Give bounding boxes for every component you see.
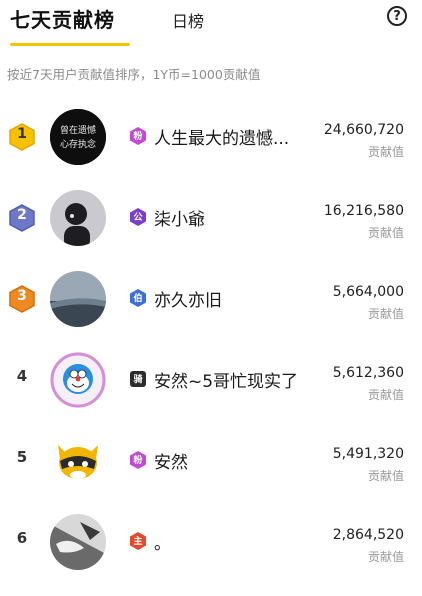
tab-active-indicator: [10, 43, 130, 46]
help-icon[interactable]: ?: [387, 6, 407, 26]
contribution-label: 贡献值: [367, 550, 404, 564]
level-badge-icon: 粉: [129, 451, 147, 469]
avatar[interactable]: [50, 514, 106, 570]
list-item[interactable]: 6 主 。 2,864,520 贡献值: [0, 514, 422, 596]
avatar-text-line2: 心存执念: [60, 138, 96, 150]
avatar[interactable]: [50, 190, 106, 246]
level-tag: 主: [133, 537, 143, 547]
list-item[interactable]: 3 伯 亦久亦旧 5,664,000 贡献值: [0, 271, 422, 353]
avatar[interactable]: [50, 433, 106, 489]
tab-daily[interactable]: 日榜: [172, 8, 204, 32]
level-tag: 伯: [133, 294, 143, 304]
level-badge-icon: 粉: [129, 127, 147, 145]
username: 亦久亦旧: [154, 291, 222, 311]
avatar[interactable]: 曾在遗憾 心存执念: [50, 109, 106, 165]
level-badge-icon: 骑: [129, 370, 147, 388]
tab-seven-day[interactable]: 七天贡献榜: [10, 4, 115, 33]
rank-number: 2: [17, 207, 27, 223]
rank-number: 5: [16, 448, 28, 466]
contribution-value: 16,216,580: [323, 203, 404, 219]
list-item[interactable]: 4 骑 安然~5哥忙现实了 5,612,360 贡献值: [0, 352, 422, 434]
level-badge-icon: 公: [129, 208, 147, 226]
level-badge-icon: 伯: [129, 289, 147, 307]
ranking-note: 按近7天用户贡献值排序，1Y币=1000贡献值: [7, 67, 261, 82]
contribution-value: 5,612,360: [332, 365, 404, 381]
rank-number: 6: [16, 529, 28, 547]
level-tag: 粉: [133, 132, 143, 142]
list-item[interactable]: 1 曾在遗憾 心存执念 粉 人生最大的遗憾... 24,660,720 贡献值: [0, 109, 422, 191]
list-item[interactable]: 2 公 柒小爺 16,216,580 贡献值: [0, 190, 422, 272]
username: 安然: [154, 453, 188, 473]
avatar-text-line1: 曾在遗憾: [60, 124, 96, 136]
level-tag: 粉: [133, 456, 143, 466]
tab-bar: 七天贡献榜 日榜 ?: [0, 0, 422, 46]
rank-number: 3: [17, 288, 27, 304]
username: 人生最大的遗憾...: [154, 129, 290, 149]
rank-number: 4: [16, 367, 28, 385]
username: 安然~5哥忙现实了: [154, 372, 299, 392]
username: 柒小爺: [154, 210, 205, 230]
contribution-value: 5,664,000: [332, 284, 404, 300]
contribution-value: 5,491,320: [332, 446, 404, 462]
contribution-label: 贡献值: [367, 307, 404, 321]
avatar[interactable]: [50, 352, 106, 408]
list-item[interactable]: 5 粉 安然 5,491,320 贡献值: [0, 433, 422, 515]
contribution-label: 贡献值: [367, 226, 404, 240]
contribution-label: 贡献值: [367, 469, 404, 483]
contribution-value: 24,660,720: [323, 122, 404, 138]
level-tag: 公: [133, 213, 143, 223]
username: 。: [154, 534, 171, 554]
contribution-label: 贡献值: [367, 388, 404, 402]
level-badge-icon: 主: [129, 532, 147, 550]
rank-number: 1: [17, 126, 27, 142]
avatar[interactable]: [50, 271, 106, 327]
level-tag: 骑: [133, 375, 143, 385]
contribution-label: 贡献值: [367, 145, 404, 159]
contribution-value: 2,864,520: [332, 527, 404, 543]
